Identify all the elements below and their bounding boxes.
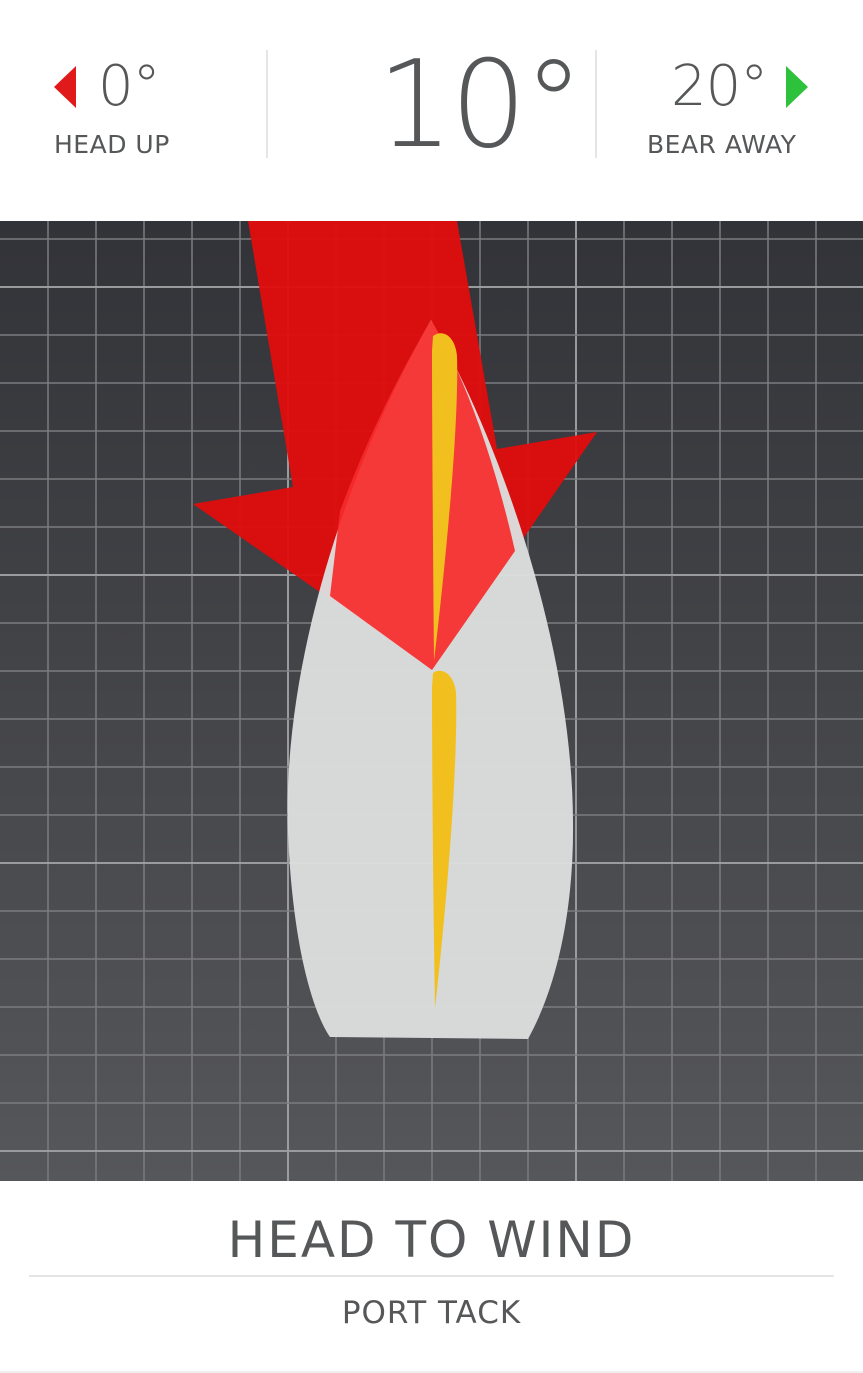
status-divider [29, 1275, 834, 1277]
head-up-label: HEAD UP [54, 130, 170, 159]
current-heading-degrees: 10° [377, 36, 584, 175]
heading-header: 0° HEAD UP 10° 20° BEAR AWAY [0, 0, 863, 221]
bear-away-degrees: 20° [671, 54, 768, 119]
triangle-left-icon[interactable] [54, 66, 76, 108]
tack-label: PORT TACK [341, 1295, 522, 1331]
point-of-sail-label: HEAD TO WIND [227, 1211, 636, 1269]
sail-visualization [0, 221, 863, 1181]
header-divider-left [266, 50, 268, 158]
head-up-degrees: 0° [98, 54, 161, 119]
sail-diagram [0, 221, 863, 1181]
triangle-right-icon[interactable] [786, 66, 808, 108]
bear-away-label: BEAR AWAY [647, 130, 797, 159]
header-divider-right [595, 50, 597, 158]
status-panel: HEAD TO WIND PORT TACK [0, 1181, 863, 1373]
